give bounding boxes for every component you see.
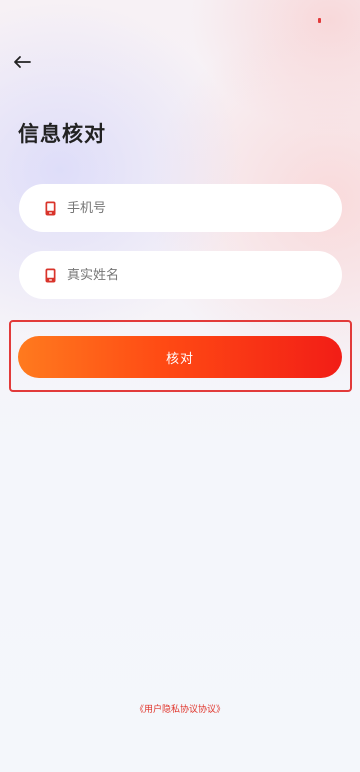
phone-icon [43, 200, 57, 216]
status-indicator [318, 18, 321, 23]
back-button[interactable] [8, 50, 36, 74]
name-input[interactable] [67, 267, 307, 283]
status-bar [0, 0, 360, 28]
name-field[interactable] [19, 251, 342, 299]
phone-icon [43, 267, 57, 283]
arrow-left-icon [14, 56, 31, 68]
verify-button[interactable]: 核对 [18, 336, 342, 378]
page-title: 信息核对 [18, 122, 106, 146]
phone-input[interactable] [67, 200, 307, 216]
privacy-agreement-link[interactable]: 《用户隐私协议协议》 [0, 702, 360, 715]
phone-field[interactable] [19, 184, 342, 232]
